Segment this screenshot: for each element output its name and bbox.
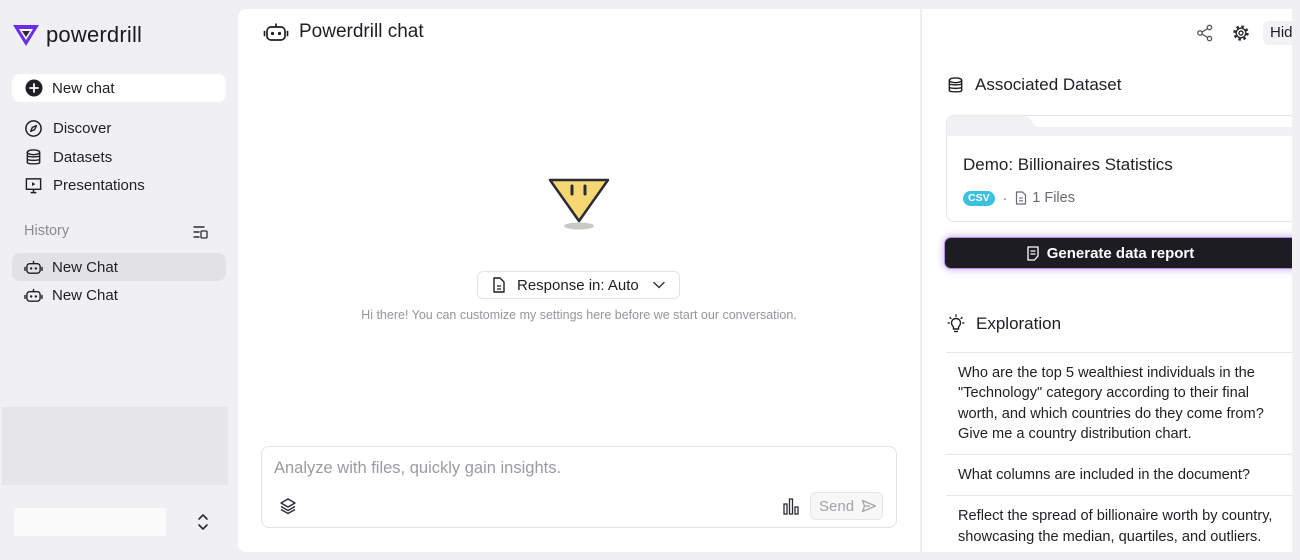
presentation-icon [25,177,42,193]
exploration-question[interactable]: Reflect the spread of billionaire worth … [946,495,1292,552]
chat-panel: Powerdrill chat Response in: Auto Hi the… [238,9,920,552]
chevron-down-icon [653,281,665,289]
dataset-card[interactable]: Demo: Billionaires Statistics CSV · 1 Fi… [946,115,1292,222]
bar-chart-icon[interactable] [782,498,800,515]
powerdrill-logo[interactable]: powerdrill [12,22,142,48]
sidebar-item-label: Presentations [53,176,145,194]
send-button[interactable]: Send [810,492,883,520]
logo-text: powerdrill [46,22,143,47]
sidebar: powerdrill New chat Discover Datasets Pr… [0,0,238,560]
document-settings-icon [493,277,505,293]
history-item-label: New Chat [52,286,118,304]
sidebar-item-datasets[interactable]: Datasets [24,145,112,169]
exploration-heading: Exploration [946,314,1061,334]
associated-dataset-heading: Associated Dataset [946,75,1121,95]
history-label: History [24,223,70,239]
welcome-hint-text: Hi there! You can customize my settings … [361,308,797,322]
expand-collapse-icon[interactable] [196,512,210,532]
section-title: Associated Dataset [975,75,1122,94]
plus-circle-icon [25,79,43,97]
generate-report-label: Generate data report [1046,244,1195,262]
dataset-panel: Hide Associated Dataset Demo: Billionair… [921,9,1292,552]
sidebar-promo-area [2,407,228,485]
send-label: Send [819,497,855,515]
files-count: 1 Files [1032,190,1075,206]
compass-icon [25,119,42,137]
layers-icon[interactable] [279,497,297,515]
robot-icon [24,288,43,302]
send-icon [861,499,877,513]
database-icon [26,148,41,165]
exploration-question[interactable]: Who are the top 5 wealthiest individuals… [946,352,1292,454]
exploration-question[interactable]: What columns are included in the documen… [946,454,1292,495]
message-input[interactable] [274,459,874,478]
page-title: Powerdrill chat [299,21,424,42]
sidebar-item-presentations[interactable]: Presentations [24,173,145,197]
mascot-illustration [547,177,611,231]
file-icon [1016,191,1027,205]
new-chat-label: New chat [52,79,115,97]
sidebar-item-label: Discover [53,119,112,137]
exploration-list: Who are the top 5 wealthiest individuals… [946,352,1292,552]
generate-report-button[interactable]: Generate data report [945,238,1292,268]
dataset-meta: CSV · 1 Files [963,190,1075,206]
share-icon[interactable] [1196,24,1214,42]
history-item[interactable]: New Chat [12,281,226,309]
sidebar-item-label: Datasets [53,148,113,166]
message-composer: Send [261,446,897,528]
new-chat-button[interactable]: New chat [12,74,226,102]
database-icon [948,76,963,93]
sidebar-item-discover[interactable]: Discover [24,116,111,140]
separator-dot: · [1002,190,1008,206]
response-language-dropdown[interactable]: Response in: Auto [477,271,680,299]
section-title: Exploration [976,314,1062,333]
document-icon [1027,245,1039,261]
response-language-label: Response in: Auto [517,276,639,294]
folder-tab-decoration [947,116,1292,136]
robot-icon [24,260,43,274]
history-item[interactable]: New Chat [12,253,226,281]
history-item-label: New Chat [52,258,118,276]
file-type-badge: CSV [963,190,995,206]
lightbulb-icon [947,314,965,333]
hide-panel-button[interactable]: Hide [1263,21,1292,45]
powerdrill-logo-icon [13,25,39,46]
dataset-name: Demo: Billionaires Statistics [963,155,1173,174]
gear-icon[interactable] [1232,24,1250,42]
account-selector[interactable] [14,508,166,536]
robot-icon [263,23,289,41]
manage-history-icon[interactable] [192,224,208,240]
chat-header: Powerdrill chat [263,21,424,43]
